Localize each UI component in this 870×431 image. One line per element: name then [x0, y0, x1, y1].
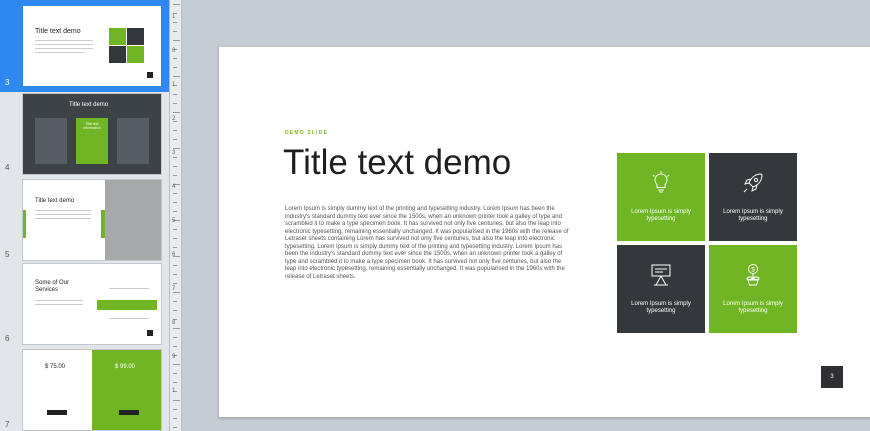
slide-body-text[interactable]: Lorem Ipsum is simply dummy text of the …	[285, 206, 573, 281]
svg-text:$: $	[751, 267, 755, 273]
ruler-tick	[173, 247, 177, 248]
ruler-tick	[173, 364, 180, 365]
ruler-tick	[173, 139, 177, 140]
ruler-number: 9	[172, 354, 176, 360]
ruler-tick	[173, 427, 177, 428]
ruler-tick	[173, 175, 177, 176]
thumbnail-number: 4	[5, 163, 10, 172]
ruler-number: 8	[172, 320, 176, 326]
thumbnail-title: Title text demo	[35, 198, 75, 204]
ruler-tick	[173, 265, 177, 266]
ruler-tick	[173, 382, 177, 383]
slide-thumbnail-6[interactable]: Some of Our Services	[23, 264, 161, 344]
tile-caption: Lorem Ipsum is simply typesetting	[631, 301, 691, 314]
ruler-number: 6	[172, 252, 176, 258]
presentation-editor: 3 Title text demo 4 Title text demo Titl…	[0, 0, 870, 431]
ruler-tick	[173, 337, 177, 338]
ruler-tick	[173, 202, 177, 203]
thumbnail-price-left: $ 75.00	[45, 364, 66, 370]
ruler-tick	[173, 103, 177, 104]
thumbnail-number: 6	[5, 334, 10, 343]
thumbnail-number: 3	[5, 78, 10, 87]
slide-thumbnail-4[interactable]: Title text demo Title text information	[23, 94, 161, 174]
ruler-tick	[173, 211, 177, 212]
slide-title[interactable]: Title text demo	[283, 143, 511, 183]
tile-caption: Lorem Ipsum is simply typesetting	[631, 209, 691, 222]
feature-tiles: Lorem Ipsum is simply typesetting Lorem …	[617, 153, 798, 333]
ruler-tick	[173, 130, 177, 131]
slide-thumbnail-3[interactable]: Title text demo	[20, 3, 164, 89]
slide-eyebrow[interactable]: DEMO SLIDE	[285, 130, 328, 136]
ruler-tick	[173, 418, 177, 419]
feature-tile[interactable]: $ Lorem Ipsum is simply typesetting	[709, 245, 797, 333]
money-plant-icon: $	[746, 264, 760, 286]
ruler-tick	[173, 283, 177, 284]
ruler-tick	[173, 40, 180, 41]
ruler-tick	[173, 166, 177, 167]
ruler-number: 7	[172, 286, 176, 292]
thumbnail-title: Title text demo	[69, 102, 109, 108]
ruler-tick	[173, 346, 177, 347]
ruler-tick	[173, 193, 177, 194]
rocket-icon	[743, 173, 763, 193]
ruler-tick	[173, 292, 180, 293]
slide-thumbnail-5[interactable]: Title text demo	[23, 180, 161, 260]
ruler-tick	[173, 157, 177, 158]
tile-caption: Lorem Ipsum is simply typesetting	[723, 301, 783, 314]
feature-tile[interactable]: Lorem Ipsum is simply typesetting	[617, 153, 705, 241]
ruler-tick	[173, 238, 177, 239]
lightbulb-icon	[652, 171, 670, 193]
ruler-tick	[173, 148, 180, 149]
ruler-tick	[173, 373, 177, 374]
thumbnail-number: 7	[5, 420, 10, 429]
thumbnail-title: Title text demo	[35, 28, 81, 35]
ruler-tick	[173, 112, 180, 113]
ruler-tick	[173, 400, 180, 401]
ruler-tick	[173, 76, 180, 77]
ruler-tick	[173, 4, 180, 5]
ruler-tick	[173, 229, 177, 230]
ruler-number: 1	[172, 388, 176, 394]
thumbnail-price-right: $ 99.00	[115, 364, 136, 370]
ruler-tick	[173, 310, 177, 311]
ruler-number: 1	[172, 14, 176, 20]
ruler-tick	[173, 58, 177, 59]
feature-tile[interactable]: Lorem Ipsum is simply typesetting	[709, 153, 797, 241]
tile-caption: Lorem Ipsum is simply typesetting	[723, 209, 783, 222]
slide-thumbnail-panel[interactable]: 3 Title text demo 4 Title text demo Titl…	[0, 0, 170, 431]
thumbnail-column-heading: Title text information	[83, 122, 101, 130]
ruler-tick	[173, 328, 180, 329]
ruler-tick	[173, 22, 177, 23]
thumbnail-number: 5	[5, 250, 10, 259]
ruler-tick	[173, 274, 177, 275]
ruler-number: 4	[172, 184, 176, 190]
presentation-icon	[651, 264, 671, 286]
vertical-ruler: 1 0 1 2 3 4 5 6 7 8 9 1	[170, 0, 182, 431]
ruler-tick	[173, 31, 177, 32]
ruler-tick	[173, 301, 177, 302]
ruler-tick	[173, 94, 177, 95]
ruler-number: 1	[172, 82, 176, 88]
slide-thumbnail-7[interactable]: $ 75.00 $ 99.00	[23, 350, 161, 430]
ruler-number: 0	[172, 48, 176, 54]
ruler-tick	[173, 67, 177, 68]
thumbnail-title: Some of Our Services	[35, 280, 70, 293]
ruler-tick	[173, 409, 177, 410]
ruler-number: 3	[172, 150, 176, 156]
feature-tile[interactable]: Lorem Ipsum is simply typesetting	[617, 245, 705, 333]
ruler-number: 2	[172, 116, 176, 122]
slide-canvas[interactable]: DEMO SLIDE Title text demo Lorem Ipsum i…	[219, 47, 870, 417]
slide-page-number: 3	[821, 366, 843, 388]
ruler-number: 5	[172, 218, 176, 224]
